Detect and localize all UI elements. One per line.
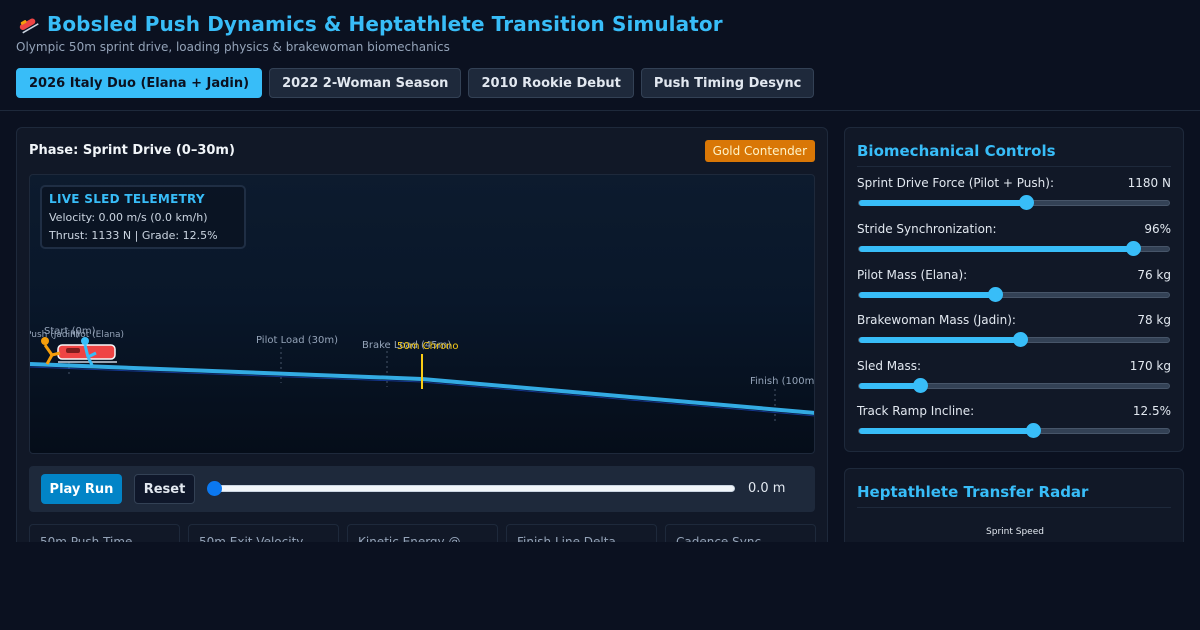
page-background — [0, 542, 1200, 630]
sled-mass-slider-thumb[interactable] — [913, 378, 929, 393]
control-value: 170 kg — [1129, 359, 1171, 373]
pilot-mass-slider-thumb[interactable] — [988, 287, 1004, 302]
play-run-button[interactable]: Play Run — [41, 474, 122, 504]
app-subtitle: Olympic 50m sprint drive, loading physic… — [16, 40, 450, 54]
control-value: 1180 N — [1127, 176, 1171, 190]
drive-force-slider-thumb[interactable] — [1019, 195, 1035, 210]
distance-value: 0.0 m — [748, 481, 786, 496]
stride-sync-slider-thumb[interactable] — [1125, 241, 1141, 256]
control-value: 76 kg — [1137, 268, 1171, 282]
pilot-mass-slider[interactable] — [858, 292, 1170, 298]
control-value: 96% — [1144, 222, 1171, 236]
pilot-load-label: Pilot Load (30m) — [256, 335, 338, 346]
control-label: Brakewoman Mass (Jadin): — [857, 313, 1016, 327]
playback-controls: Play Run Reset 0.0 m — [29, 466, 815, 512]
app-title: Bobsled Push Dynamics & Heptathlete Tran… — [47, 12, 723, 36]
telemetry-thrust: Thrust: 1133 N | Grade: 12.5% — [49, 229, 218, 242]
control-pilot-mass: Pilot Mass (Elana): 76 kg — [857, 268, 1171, 308]
control-brakewoman-mass: Brakewoman Mass (Jadin): 78 kg — [857, 313, 1171, 353]
radar-title: Heptathlete Transfer Radar — [857, 483, 1171, 508]
pusher-athlete-icon — [41, 337, 61, 365]
control-stride-sync: Stride Synchronization: 96% — [857, 222, 1171, 262]
biomech-controls-panel: Biomechanical Controls Sprint Drive Forc… — [844, 127, 1184, 452]
telemetry-velocity: Velocity: 0.00 m/s (0.0 km/h) — [49, 211, 208, 224]
control-value: 12.5% — [1132, 404, 1171, 418]
brakewoman-mass-slider-thumb[interactable] — [1013, 332, 1029, 347]
stride-sync-slider[interactable] — [858, 246, 1170, 252]
control-sled-mass: Sled Mass: 170 kg — [857, 359, 1171, 399]
sled-mass-slider[interactable] — [858, 383, 1170, 389]
scenario-2022-2-woman-season[interactable]: 2022 2-Woman Season — [269, 68, 462, 98]
reset-button[interactable]: Reset — [134, 474, 195, 504]
ramp-incline-slider-thumb[interactable] — [1025, 423, 1041, 438]
phase-title: Phase: Sprint Drive (0–30m) — [29, 143, 235, 158]
status-badge: Gold Contender — [704, 140, 815, 162]
app-header: Bobsled Push Dynamics & Heptathlete Tran… — [0, 0, 1200, 111]
distance-scrubber-thumb[interactable] — [207, 481, 222, 496]
control-label: Sled Mass: — [857, 359, 922, 373]
scenario-2010-rookie-debut[interactable]: 2010 Rookie Debut — [468, 68, 634, 98]
control-label: Stride Synchronization: — [857, 222, 997, 236]
track-visualization: Start (0m) Push (Jadin) Pilot (Elana) Pi… — [29, 174, 815, 454]
chrono-label: 50m Chrono — [397, 341, 458, 352]
distance-scrubber[interactable] — [209, 485, 735, 492]
control-value: 78 kg — [1137, 313, 1171, 327]
pilot-label: Pilot (Elana) — [70, 330, 124, 340]
control-label: Track Ramp Incline: — [857, 404, 975, 418]
control-label: Sprint Drive Force (Pilot + Push): — [857, 176, 1054, 190]
bobsled-icon — [16, 12, 40, 36]
scenario-2026-italy-duo[interactable]: 2026 Italy Duo (Elana + Jadin) — [16, 68, 263, 98]
telemetry-title: LIVE SLED TELEMETRY — [49, 192, 205, 206]
scenario-tabs: 2026 Italy Duo (Elana + Jadin) 2022 2-Wo… — [16, 68, 815, 98]
simulation-panel: Phase: Sprint Drive (0–30m) Gold Contend… — [16, 127, 828, 557]
telemetry-overlay: LIVE SLED TELEMETRY Velocity: 0.00 m/s (… — [40, 185, 246, 249]
drive-force-slider[interactable] — [858, 200, 1170, 206]
control-ramp-incline: Track Ramp Incline: 12.5% — [857, 404, 1171, 444]
biomech-title: Biomechanical Controls — [857, 142, 1171, 167]
radar-axis-label: Sprint Speed — [986, 527, 1044, 537]
ramp-incline-slider[interactable] — [858, 428, 1170, 434]
title-row: Bobsled Push Dynamics & Heptathlete Tran… — [16, 12, 723, 36]
finish-label: Finish (100m) — [750, 376, 815, 387]
control-drive-force: Sprint Drive Force (Pilot + Push): 1180 … — [857, 176, 1171, 216]
scenario-push-timing-desync[interactable]: Push Timing Desync — [640, 68, 815, 98]
control-label: Pilot Mass (Elana): — [857, 268, 968, 282]
